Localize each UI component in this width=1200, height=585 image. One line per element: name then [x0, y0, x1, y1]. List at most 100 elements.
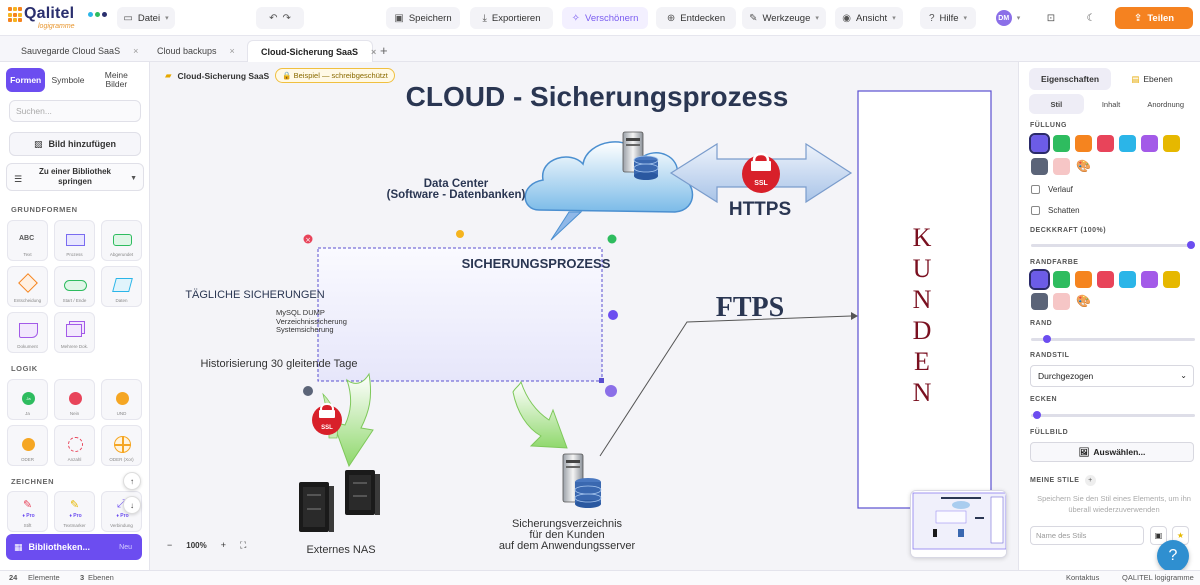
process-title[interactable]: SICHERUNGSPROZESS — [462, 256, 611, 271]
libraries-button[interactable]: ▦ Bibliotheken... Neu — [6, 534, 142, 560]
scroll-up-button[interactable]: ↑ — [123, 472, 141, 490]
fill-color-swatch[interactable] — [1031, 158, 1048, 175]
fill-color-swatch[interactable] — [1053, 135, 1070, 152]
shape-start-end[interactable]: Start / Ende — [54, 266, 95, 307]
shape-rounded[interactable]: Abgerundet — [101, 220, 142, 261]
diagram-canvas[interactable]: ▰ Cloud-Sicherung SaaS 🔒 Beispiel — schr… — [151, 62, 1017, 570]
minimap[interactable] — [910, 490, 1007, 558]
shape-or[interactable]: ODER — [7, 425, 48, 466]
border-color-swatch[interactable] — [1163, 271, 1180, 288]
shape-decision[interactable]: Entscheidung — [7, 266, 48, 307]
tab-layers[interactable]: ▤ Ebenen — [1111, 68, 1193, 90]
zoom-in-button[interactable]: + — [221, 540, 226, 550]
cloud-icon[interactable] — [524, 141, 694, 241]
shape-search-input[interactable]: Suchen... — [9, 100, 141, 122]
slider-knob[interactable] — [1033, 411, 1041, 419]
subtab-style[interactable]: Stil — [1029, 94, 1084, 114]
backup-server-icon[interactable] — [562, 453, 602, 508]
tab-my-images[interactable]: Meine Bilder — [91, 68, 142, 92]
gradient-checkbox[interactable]: Verlauf — [1031, 185, 1073, 194]
beautify-button[interactable]: ✧ Verschönern — [562, 7, 648, 29]
slider-knob[interactable] — [1187, 241, 1195, 249]
share-button[interactable]: ⇪ Teilen — [1115, 7, 1193, 29]
close-icon[interactable]: × — [371, 47, 376, 57]
border-color-swatch[interactable] — [1097, 271, 1114, 288]
shape-multi-document[interactable]: Mehrere Dok. — [54, 312, 95, 353]
border-color-swatch[interactable] — [1053, 293, 1070, 310]
border-color-swatch[interactable] — [1075, 271, 1092, 288]
shape-count[interactable]: Anzahl — [54, 425, 95, 466]
fill-color-swatch[interactable] — [1163, 135, 1180, 152]
shape-no[interactable]: Nein — [54, 379, 95, 420]
border-color-swatch[interactable] — [1031, 293, 1048, 310]
fill-color-swatch[interactable] — [1053, 158, 1070, 175]
help-menu-button[interactable]: ? Hilfe ▾ — [920, 7, 976, 29]
close-icon[interactable]: × — [133, 46, 138, 56]
subtab-arrangement[interactable]: Anordnung — [1138, 94, 1193, 114]
choose-image-button[interactable]: 🖼 Auswählen... — [1030, 442, 1194, 462]
view-menu-button[interactable]: ◉ Ansicht ▾ — [835, 7, 903, 29]
file-menu-button[interactable]: ▭ Datei ▾ — [117, 7, 175, 29]
jump-to-library-select[interactable]: ☰ Zu einer Bibliothek springen ▼ — [6, 163, 144, 191]
https-label[interactable]: HTTPS — [729, 199, 791, 220]
tab-cloud-backups[interactable]: Cloud backups × — [144, 40, 242, 62]
border-color-swatch[interactable] — [1053, 271, 1070, 288]
fit-screen-icon[interactable]: ⛶ — [240, 540, 246, 551]
ftps-connector[interactable] — [599, 315, 852, 457]
save-button[interactable]: ▣ Speichern — [386, 7, 460, 29]
present-button[interactable]: ⊡ — [1040, 7, 1062, 29]
fill-color-swatch[interactable] — [1141, 135, 1158, 152]
nas-device-icon[interactable] — [299, 470, 380, 532]
border-style-select[interactable]: Durchgezogen ⌄ — [1030, 365, 1194, 387]
tab-sauvegarde-cloud-saas[interactable]: Sauvegarde Cloud SaaS × — [8, 40, 138, 62]
undo-icon[interactable]: ↶ — [269, 13, 277, 24]
green-arrow-directory[interactable] — [512, 380, 568, 449]
shape-document[interactable]: Dokument — [7, 312, 48, 353]
add-tab-button[interactable]: + — [380, 43, 388, 58]
border-width-slider[interactable] — [1031, 335, 1195, 343]
tab-cloud-sicherung-saas[interactable]: Cloud-Sicherung SaaS × — [247, 40, 376, 62]
shape-process[interactable]: Prozess — [54, 220, 95, 261]
shape-xor[interactable]: ODER (Xor) — [101, 425, 142, 466]
tool-pen[interactable]: ✎ ♦ Pro Stift — [7, 491, 48, 532]
contact-link[interactable]: Kontaktus — [1066, 573, 1099, 582]
zoom-level[interactable]: 100% — [186, 541, 206, 550]
palette-icon[interactable]: 🎨 — [1075, 158, 1092, 175]
tab-symbols[interactable]: Symbole — [48, 68, 87, 92]
discover-button[interactable]: ⊕ Entdecken — [656, 7, 736, 29]
corners-slider[interactable] — [1031, 411, 1195, 419]
style-name-input[interactable]: Name des Stils — [1030, 526, 1144, 545]
fill-color-swatch[interactable] — [1119, 135, 1136, 152]
dark-mode-toggle[interactable]: ☾ — [1080, 7, 1102, 29]
border-color-swatch[interactable] — [1119, 271, 1136, 288]
tab-properties[interactable]: Eigenschaften — [1029, 68, 1111, 90]
help-chat-button[interactable]: ? — [1157, 540, 1189, 572]
daily-backups-label[interactable]: TÄGLICHE SICHERUNGEN — [185, 289, 324, 301]
zoom-out-button[interactable]: − — [167, 540, 172, 550]
border-color-swatch[interactable] — [1029, 269, 1050, 290]
palette-icon[interactable]: 🎨 — [1075, 293, 1092, 310]
shadow-checkbox[interactable]: Schatten — [1031, 206, 1080, 215]
shape-text[interactable]: ABC Text — [7, 220, 48, 261]
add-image-button[interactable]: ▨ Bild hinzufügen — [9, 132, 141, 156]
fill-color-swatch[interactable] — [1029, 133, 1050, 154]
tool-highlighter[interactable]: ✎ ♦ Pro Textmarker — [54, 491, 95, 532]
tools-menu-button[interactable]: ✎ Werkzeuge ▾ — [742, 7, 826, 29]
slider-knob[interactable] — [1043, 335, 1051, 343]
shape-yes[interactable]: Ja Ja — [7, 379, 48, 420]
fill-color-swatch[interactable] — [1075, 135, 1092, 152]
close-icon[interactable]: × — [230, 46, 235, 56]
border-color-swatch[interactable] — [1141, 271, 1158, 288]
ftps-label[interactable]: FTPS — [716, 292, 784, 323]
shape-and[interactable]: UND — [101, 379, 142, 420]
add-style-icon[interactable]: + — [1084, 475, 1096, 486]
export-button[interactable]: ⤓ Exportieren — [470, 7, 553, 29]
tab-shapes[interactable]: Formen — [6, 68, 46, 92]
app-logo[interactable]: Qalitel logigramme — [8, 4, 108, 32]
shape-data[interactable]: Daten — [101, 266, 142, 307]
backup-dir-label[interactable]: auf dem Anwendungsserver — [499, 540, 636, 552]
subtab-content[interactable]: Inhalt — [1084, 94, 1139, 114]
history-label[interactable]: Historisierung 30 gleitende Tage — [201, 358, 358, 370]
diagram-title[interactable]: CLOUD - Sicherungsprozess — [406, 81, 789, 112]
redo-icon[interactable]: ↷ — [283, 13, 291, 24]
